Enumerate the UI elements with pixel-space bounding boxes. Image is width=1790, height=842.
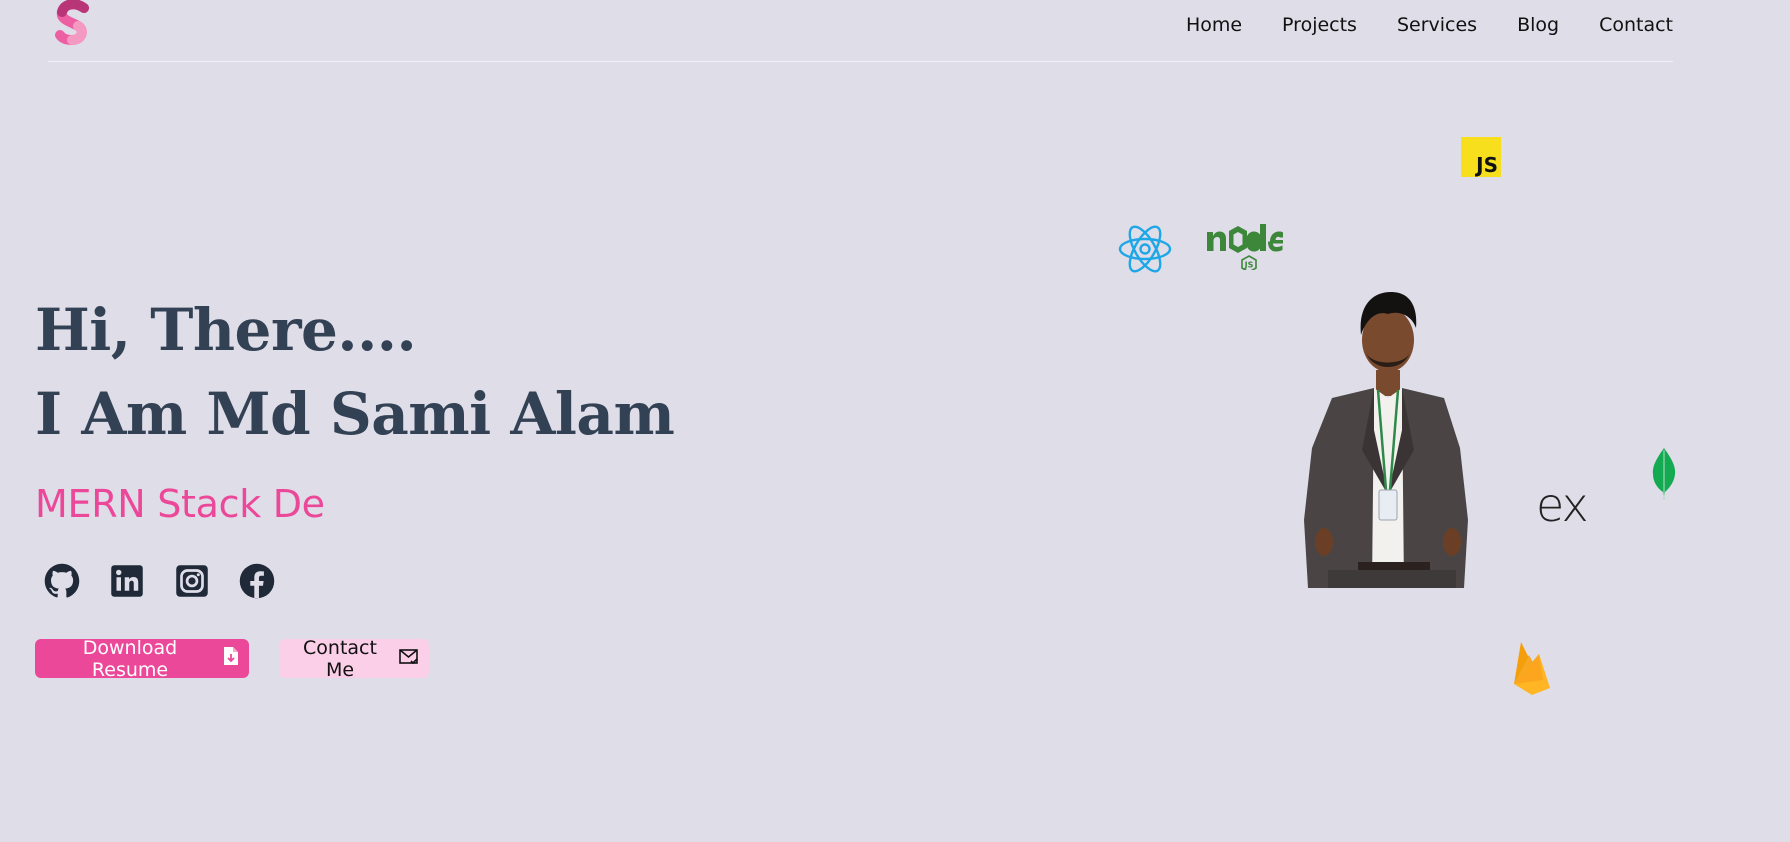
profile-photo (1288, 280, 1480, 588)
hero-section: Hi, There.... I Am Md Sami Alam MERN Sta… (35, 288, 675, 526)
social-links (44, 563, 275, 599)
mongodb-icon (1651, 448, 1677, 505)
js-icon-label: JS (1476, 153, 1498, 177)
nav-links: Home Projects Services Blog Contact (1186, 14, 1673, 36)
hero-name: I Am Md Sami Alam (35, 380, 675, 448)
nav-link-projects[interactable]: Projects (1282, 14, 1357, 36)
linkedin-icon[interactable] (109, 563, 145, 599)
facebook-icon[interactable] (239, 563, 275, 599)
s-logo-icon[interactable] (54, 0, 94, 50)
svg-text:JS: JS (1244, 261, 1254, 270)
hero-buttons: Download Resume Contact Me (35, 636, 429, 681)
file-download-icon (223, 646, 239, 671)
nodejs-icon: JS (1205, 222, 1283, 275)
javascript-icon: JS (1461, 137, 1501, 177)
firebase-icon (1513, 640, 1551, 700)
instagram-icon[interactable] (174, 563, 210, 599)
hero-greeting: Hi, There.... (35, 296, 417, 364)
contact-me-button[interactable]: Contact Me (279, 636, 429, 681)
nav-link-home[interactable]: Home (1186, 14, 1242, 36)
hero-role-typing: MERN Stack De (35, 482, 325, 526)
nav-link-contact[interactable]: Contact (1599, 14, 1673, 36)
contact-me-label: Contact Me (303, 636, 377, 681)
navbar: Home Projects Services Blog Contact (48, 0, 1673, 62)
react-icon (1118, 220, 1172, 283)
nav-link-services[interactable]: Services (1397, 14, 1477, 36)
download-resume-label: Download Resume (82, 636, 178, 681)
express-icon-label: ex (1536, 478, 1589, 532)
nav-link-blog[interactable]: Blog (1517, 14, 1559, 36)
mail-check-icon (399, 648, 419, 670)
github-icon[interactable] (44, 563, 80, 599)
download-resume-button[interactable]: Download Resume (35, 636, 249, 681)
express-icon: ex (1536, 478, 1589, 532)
